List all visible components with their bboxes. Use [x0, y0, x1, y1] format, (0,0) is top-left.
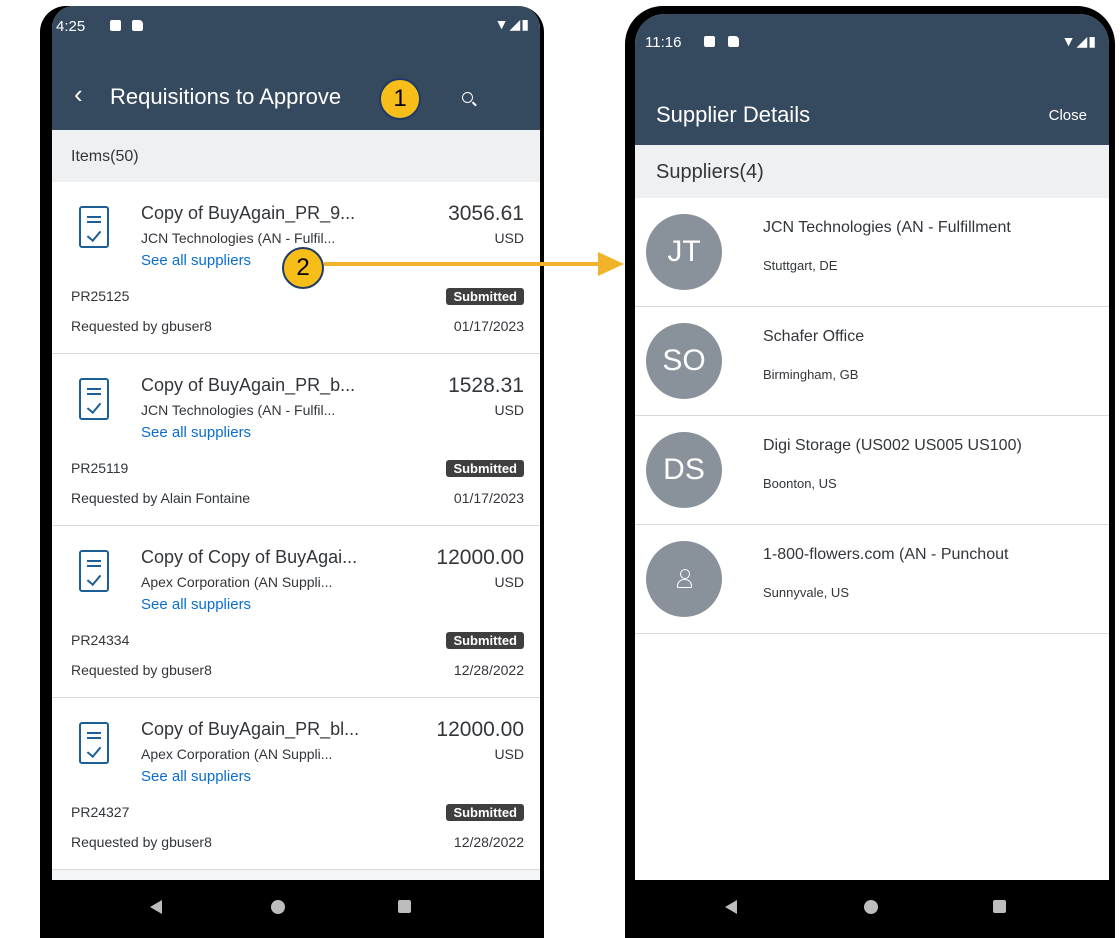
page-title: Supplier Details — [656, 102, 811, 127]
item-title: Copy of BuyAgain_PR_9... — [141, 203, 356, 223]
android-nav-bar — [40, 880, 544, 938]
supplier-name: Schafer Office — [763, 328, 865, 345]
search-icon[interactable] — [462, 92, 473, 103]
callout-arrow-line — [324, 262, 600, 266]
right-screen: 11:16 ▼◢▮ Supplier Details Close Supplie… — [635, 14, 1109, 886]
notification-icon — [704, 36, 715, 47]
item-supplier: Apex Corporation (AN Suppli... — [141, 574, 333, 590]
item-title: Copy of BuyAgain_PR_bl... — [141, 719, 360, 739]
back-chevron-icon[interactable]: ‹ — [74, 79, 83, 110]
item-date: 12/28/2022 — [453, 834, 524, 850]
item-requester: Requested by gbuser8 — [71, 662, 212, 678]
see-all-suppliers-link[interactable]: See all suppliers — [141, 596, 251, 613]
item-currency: USD — [494, 402, 524, 418]
document-check-icon — [79, 722, 109, 764]
avatar: DS — [646, 432, 722, 508]
nav-back-icon[interactable] — [150, 900, 162, 914]
supplier-name: JCN Technologies (AN - Fulfillment — [763, 219, 1011, 236]
sd-card-icon — [728, 36, 739, 47]
left-phone: 4:25 ▼◢▮ ‹ Requisitions to Approve Items… — [40, 6, 544, 938]
supplier-location: Sunnyvale, US — [763, 585, 849, 600]
supplier-row[interactable]: 1-800-flowers.com (AN - Punchout Sunnyva… — [635, 525, 1109, 634]
list-item[interactable]: Copy of BuyAgain_PR_b... JCN Technologie… — [52, 354, 540, 526]
item-date: 01/17/2023 — [453, 490, 524, 506]
item-supplier: Apex Corporation (AN Suppli... — [141, 746, 333, 762]
list-item[interactable]: Copy of Copy of BuyAgai... Apex Corporat… — [52, 526, 540, 698]
item-currency: USD — [494, 746, 524, 762]
status-bar: 11:16 ▼◢▮ — [635, 14, 1109, 54]
status-badge: Submitted — [446, 804, 524, 821]
item-requester: Requested by gbuser8 — [71, 318, 212, 334]
supplier-name: Digi Storage (US002 US005 US100) — [763, 437, 1022, 454]
item-pr-number: PR24334 — [71, 632, 130, 648]
notification-icon — [110, 20, 121, 31]
item-supplier: JCN Technologies (AN - Fulfil... — [141, 402, 336, 418]
supplier-location: Boonton, US — [763, 476, 837, 491]
document-check-icon — [79, 378, 109, 420]
item-date: 01/17/2023 — [453, 318, 524, 334]
item-amount: 1528.31 — [448, 374, 524, 397]
page-title: Requisitions to Approve — [110, 84, 342, 109]
supplier-header: 11:16 ▼◢▮ Supplier Details Close — [635, 14, 1109, 145]
nav-recents-icon[interactable] — [993, 900, 1006, 913]
right-phone: 11:16 ▼◢▮ Supplier Details Close Supplie… — [625, 6, 1115, 938]
supplier-row[interactable]: DS Digi Storage (US002 US005 US100) Boon… — [635, 416, 1109, 525]
supplier-location: Stuttgart, DE — [763, 258, 838, 273]
items-count-bar: Items(50) — [52, 130, 540, 182]
app-header: 4:25 ▼◢▮ ‹ Requisitions to Approve — [52, 6, 540, 130]
item-pr-number: PR24327 — [71, 804, 130, 820]
status-time: 4:25 — [56, 18, 86, 35]
nav-recents-icon[interactable] — [398, 900, 411, 913]
item-requester: Requested by gbuser8 — [71, 834, 212, 850]
document-check-icon — [79, 550, 109, 592]
supplier-name: 1-800-flowers.com (AN - Punchout — [763, 546, 1009, 563]
avatar: JT — [646, 214, 722, 290]
callout-badge-2: 2 — [282, 247, 324, 289]
close-button[interactable]: Close — [1049, 107, 1087, 124]
item-pr-number: PR25125 — [71, 288, 130, 304]
supplier-row[interactable]: SO Schafer Office Birmingham, GB — [635, 307, 1109, 416]
item-pr-number: PR25119 — [71, 460, 129, 476]
status-badge: Submitted — [446, 460, 524, 477]
callout-badge-1: 1 — [379, 78, 421, 120]
status-bar: 4:25 ▼◢▮ — [52, 6, 540, 46]
list-item[interactable]: Copy of BuyAgain_PR_bl... Apex Corporati… — [52, 698, 540, 870]
item-amount: 12000.00 — [436, 546, 524, 569]
item-title: Copy of BuyAgain_PR_b... — [141, 375, 356, 395]
left-screen: 4:25 ▼◢▮ ‹ Requisitions to Approve Items… — [52, 6, 540, 884]
see-all-suppliers-link[interactable]: See all suppliers — [141, 768, 251, 785]
signal-battery-icon: ▼◢▮ — [1061, 33, 1097, 49]
item-title: Copy of Copy of BuyAgai... — [141, 547, 358, 567]
suppliers-count-bar: Suppliers(4) — [635, 145, 1109, 198]
document-check-icon — [79, 206, 109, 248]
nav-home-icon[interactable] — [864, 900, 878, 914]
avatar: SO — [646, 323, 722, 399]
item-currency: USD — [494, 230, 524, 246]
android-nav-bar — [625, 880, 1115, 938]
avatar — [646, 541, 722, 617]
supplier-row[interactable]: JT JCN Technologies (AN - Fulfillment St… — [635, 198, 1109, 307]
nav-back-icon[interactable] — [725, 900, 737, 914]
item-currency: USD — [494, 574, 524, 590]
status-badge: Submitted — [446, 632, 524, 649]
supplier-location: Birmingham, GB — [763, 367, 859, 382]
signal-battery-icon: ▼◢▮ — [494, 16, 530, 32]
item-requester: Requested by Alain Fontaine — [71, 490, 251, 506]
see-all-suppliers-link[interactable]: See all suppliers — [141, 424, 251, 441]
suppliers-count: Suppliers(4) — [656, 161, 764, 183]
items-count: Items(50) — [71, 148, 139, 165]
see-all-suppliers-link[interactable]: See all suppliers — [141, 252, 251, 269]
status-time: 11:16 — [645, 34, 682, 51]
person-icon — [677, 569, 692, 589]
callout-arrow-head-icon — [598, 252, 624, 276]
item-amount: 3056.61 — [448, 202, 524, 225]
sd-card-icon — [132, 20, 143, 31]
nav-home-icon[interactable] — [271, 900, 285, 914]
item-supplier: JCN Technologies (AN - Fulfil... — [141, 230, 336, 246]
item-date: 12/28/2022 — [453, 662, 524, 678]
status-badge: Submitted — [446, 288, 524, 305]
item-amount: 12000.00 — [436, 718, 524, 741]
